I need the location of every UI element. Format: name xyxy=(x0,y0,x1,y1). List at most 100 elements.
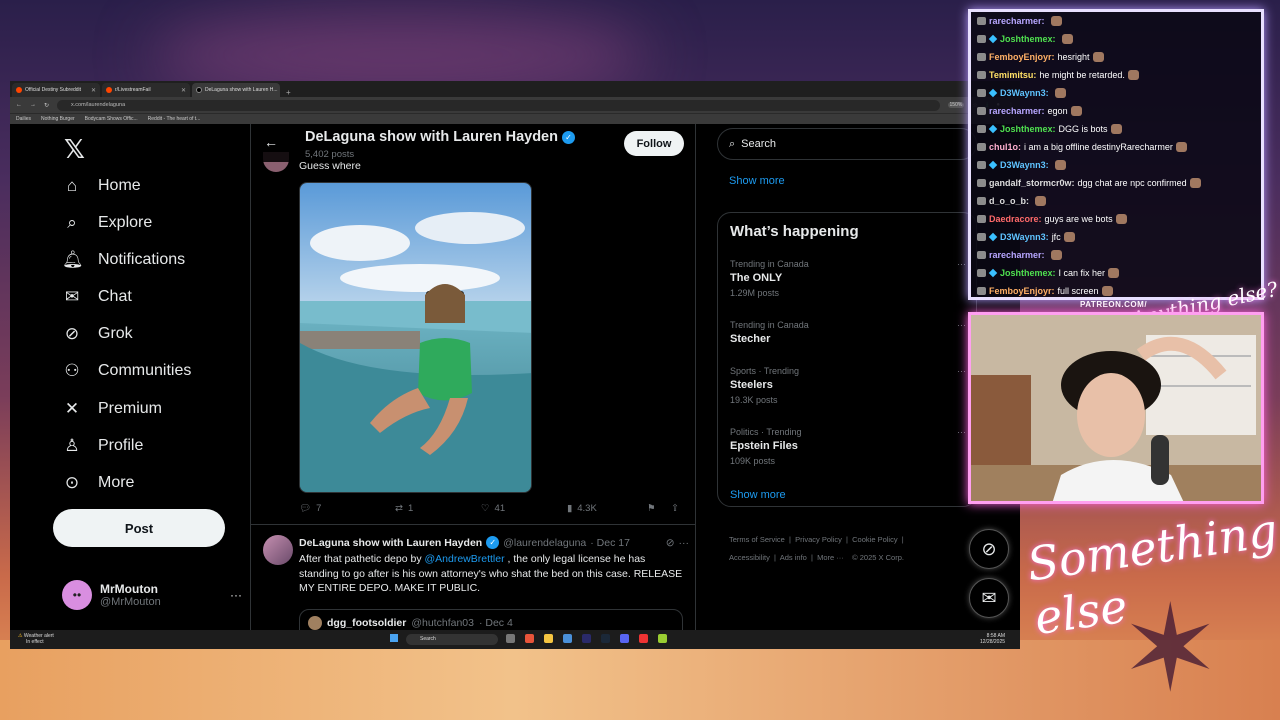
url-field[interactable]: x.com/laurendelaguna xyxy=(57,99,940,111)
share-icon[interactable]: ⇪ xyxy=(671,503,679,514)
close-icon[interactable]: ✕ xyxy=(181,87,186,94)
system-clock[interactable]: 8:58 AM 12/28/2025 xyxy=(980,633,1005,645)
folder-icon[interactable] xyxy=(544,634,553,643)
browser-icon[interactable] xyxy=(525,634,534,643)
chat-username: D3Waynn3: xyxy=(1000,160,1049,170)
app-icon[interactable] xyxy=(658,634,667,643)
badge-icon xyxy=(977,89,986,97)
trend-item[interactable]: Trending in Canada Stecher ··· xyxy=(730,320,966,345)
back-nav-icon[interactable]: ← xyxy=(16,102,22,108)
zoom-indicator[interactable]: 150% xyxy=(947,102,965,108)
footer-link[interactable]: More ··· xyxy=(817,553,844,562)
footer-link[interactable]: Privacy Policy xyxy=(795,535,842,544)
nav-chat[interactable]: ✉ Chat xyxy=(62,287,132,307)
footer-link[interactable]: Terms of Service xyxy=(729,535,785,544)
more-dots-icon[interactable]: ··· xyxy=(230,588,242,602)
chat-username: Joshthemex: xyxy=(1000,34,1056,44)
nav-grok[interactable]: ⊘ Grok xyxy=(62,324,133,344)
bookmark-item[interactable]: Reddit - The heart of t... xyxy=(148,116,201,122)
bookmark-item[interactable]: Dailies xyxy=(16,116,31,122)
repost-button[interactable]: ⇄ 1 xyxy=(395,503,481,514)
steam-icon[interactable] xyxy=(601,634,610,643)
footer-link[interactable]: Cookie Policy xyxy=(852,535,897,544)
tab-destiny-subreddit[interactable]: Official Destiny Subreddit ✕ xyxy=(12,83,100,97)
show-more-link[interactable]: Show more xyxy=(730,489,786,501)
tweet-author-name[interactable]: DeLaguna show with Lauren Hayden xyxy=(299,537,482,549)
trend-context: Sports · Trending xyxy=(730,366,800,376)
bookmark-item[interactable]: Nothing Burger xyxy=(41,116,75,122)
bookmark-icon[interactable]: ⚑ xyxy=(647,503,671,514)
like-button[interactable]: ♡ 41 xyxy=(481,503,567,514)
weather-widget[interactable]: ⚠ Weather alert In effect xyxy=(18,633,54,645)
more-dots-icon[interactable]: ··· xyxy=(957,259,966,269)
post-button[interactable]: Post xyxy=(53,509,225,547)
nav-home[interactable]: ⌂ Home xyxy=(62,176,141,196)
more-dots-icon[interactable]: ··· xyxy=(957,427,966,437)
gem-badge-icon xyxy=(988,124,998,134)
account-switcher[interactable]: •• MrMouton @MrMouton ··· xyxy=(62,580,242,610)
avatar[interactable] xyxy=(263,535,293,565)
grok-icon[interactable]: ⊘ xyxy=(666,537,675,549)
tweet-date[interactable]: · Dec 17 xyxy=(590,537,630,549)
page-title: DeLaguna show with Lauren Hayden ✓ xyxy=(305,129,575,145)
messages-fab-button[interactable]: ✉ xyxy=(969,578,1009,618)
gem-badge-icon xyxy=(988,34,998,44)
mention-link[interactable]: @AndrewBrettler xyxy=(425,553,505,565)
avatar: •• xyxy=(62,580,92,610)
back-arrow-icon[interactable]: ← xyxy=(264,134,278,150)
nav-profile[interactable]: ♙ Profile xyxy=(62,436,143,456)
chat-message: rarecharmer: xyxy=(977,16,1062,26)
tweet-photo[interactable] xyxy=(299,182,532,493)
trend-item[interactable]: Politics · Trending Epstein Files 109K p… xyxy=(730,427,966,466)
nav-communities[interactable]: ⚇ Communities xyxy=(62,361,191,381)
follow-button[interactable]: Follow xyxy=(624,131,684,156)
badge-icon xyxy=(977,107,986,115)
app-icon[interactable] xyxy=(563,634,572,643)
x-logo-icon[interactable]: 𝕏 xyxy=(64,134,85,165)
more-dots-icon[interactable]: ··· xyxy=(679,537,690,549)
tweet-text-part: After that pathetic depo by xyxy=(299,553,425,565)
badge-icon xyxy=(977,251,986,259)
close-icon[interactable]: ✕ xyxy=(91,87,96,94)
windows-start-icon[interactable] xyxy=(390,634,398,642)
chat-username: d_o_o_b: xyxy=(989,196,1030,206)
forward-nav-icon[interactable]: → xyxy=(30,102,36,108)
trend-title: Steelers xyxy=(730,379,773,391)
chat-message: gandalf_stormcr0w: dgg chat are npc confi… xyxy=(977,178,1201,188)
tab-x-profile[interactable]: DeLaguna show with Lauren H...✕ xyxy=(192,83,280,97)
task-view-icon[interactable] xyxy=(506,634,515,643)
app-icon[interactable] xyxy=(639,634,648,643)
trend-item[interactable]: Trending in Canada The ONLY 1.29M posts … xyxy=(730,259,966,298)
emote-icon xyxy=(1175,142,1187,152)
taskbar-apps xyxy=(506,634,667,643)
chat-message: Temimitsu: he might be retarded. xyxy=(977,70,1139,80)
chat-username: Temimitsu: xyxy=(989,70,1037,80)
footer-link[interactable]: Accessibility xyxy=(729,553,770,562)
bookmark-item[interactable]: Bodycam Shows Offic... xyxy=(85,116,138,122)
trend-title: Stecher xyxy=(730,333,771,345)
search-input[interactable]: ⌕ Search xyxy=(717,128,977,160)
reload-icon[interactable]: ↻ xyxy=(44,102,49,109)
nav-more[interactable]: ⊙ More xyxy=(62,473,135,493)
nav-label: Grok xyxy=(98,325,133,342)
trend-item[interactable]: Sports · Trending Steelers 19.3K posts ·… xyxy=(730,366,966,405)
tweet-author-handle[interactable]: @laurendelaguna xyxy=(503,537,586,549)
chat-message: d_o_o_b: xyxy=(977,196,1047,206)
discord-icon[interactable] xyxy=(620,634,629,643)
chat-message: FemboyEnjoyr: full screen xyxy=(977,286,1113,296)
new-tab-button[interactable]: + xyxy=(282,88,295,97)
more-dots-icon[interactable]: ··· xyxy=(957,366,966,376)
nav-explore[interactable]: ⌕ Explore xyxy=(62,213,152,233)
more-dots-icon[interactable]: ··· xyxy=(957,320,966,330)
nav-notifications[interactable]: 🔔︎ Notifications xyxy=(62,250,185,270)
reply-button[interactable]: 💬︎ 7 xyxy=(299,503,395,514)
show-more-link[interactable]: Show more xyxy=(729,175,785,187)
views-button[interactable]: ▮ 4.3K xyxy=(567,503,647,514)
taskbar-search[interactable]: Search xyxy=(406,634,498,645)
profile-name: DeLaguna show with Lauren Hayden xyxy=(305,129,558,145)
grok-fab-button[interactable]: ⊘ xyxy=(969,529,1009,569)
nav-premium[interactable]: ✕ Premium xyxy=(62,399,162,419)
footer-link[interactable]: Ads info xyxy=(780,553,807,562)
tab-livestreamfail[interactable]: r/LivestreamFail ✕ xyxy=(102,83,190,97)
app-icon[interactable] xyxy=(582,634,591,643)
